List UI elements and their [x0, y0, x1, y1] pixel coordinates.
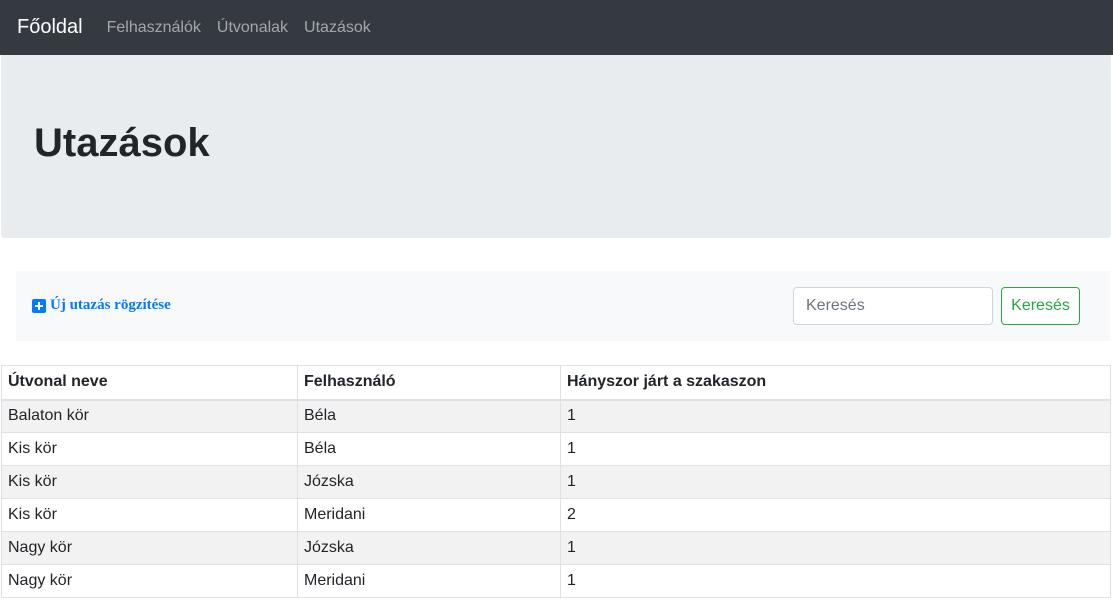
cell-count: 1: [560, 432, 1111, 466]
table-row: Kis kör Meridani 2: [1, 498, 1111, 532]
table-header-row: Útvonal neve Felhasználó Hányszor járt a…: [1, 365, 1111, 401]
cell-user: Meridani: [297, 498, 561, 532]
cell-user: Meridani: [297, 564, 561, 598]
nav-link-utazasok[interactable]: Utazások: [304, 19, 371, 37]
search-input[interactable]: [793, 287, 993, 325]
cell-route: Kis kör: [1, 465, 298, 499]
navbar: Főoldal Felhasználók Útvonalak Utazások: [0, 0, 1113, 55]
cell-count: 1: [560, 531, 1111, 565]
brand-link[interactable]: Főoldal: [17, 16, 83, 39]
cell-count: 1: [560, 564, 1111, 598]
page-title: Utazások: [34, 121, 210, 165]
trips-table: Útvonal neve Felhasználó Hányszor járt a…: [1, 365, 1111, 598]
new-trip-link[interactable]: Új utazás rögzítése: [32, 297, 171, 314]
cell-count: 1: [560, 399, 1111, 433]
table-row: Nagy kör Józska 1: [1, 531, 1111, 565]
cell-user: Béla: [297, 399, 561, 433]
nav-link-felhasznalok[interactable]: Felhasználók: [107, 19, 201, 37]
cell-count: 1: [560, 465, 1111, 499]
table-row: Kis kör Józska 1: [1, 465, 1111, 499]
cell-route: Balaton kör: [1, 399, 298, 433]
cell-user: Béla: [297, 432, 561, 466]
column-header-user: Felhasználó: [297, 365, 561, 401]
new-trip-label: Új utazás rögzítése: [50, 297, 171, 313]
search-button[interactable]: Keresés: [1001, 287, 1080, 325]
column-header-route: Útvonal neve: [1, 365, 298, 401]
table-row: Kis kör Béla 1: [1, 432, 1111, 466]
jumbotron: Utazások: [1, 55, 1111, 238]
table-row: Nagy kör Meridani 1: [1, 564, 1111, 598]
nav-link-utvonalak[interactable]: Útvonalak: [217, 19, 288, 37]
cell-route: Nagy kör: [1, 531, 298, 565]
cell-route: Kis kör: [1, 498, 298, 532]
toolbar: Új utazás rögzítése Keresés: [16, 271, 1110, 341]
cell-route: Nagy kör: [1, 564, 298, 598]
cell-user: Józska: [297, 465, 561, 499]
table-row: Balaton kör Béla 1: [1, 399, 1111, 433]
cell-count: 2: [560, 498, 1111, 532]
column-header-count: Hányszor járt a szakaszon: [560, 365, 1111, 401]
cell-route: Kis kör: [1, 432, 298, 466]
cell-user: Józska: [297, 531, 561, 565]
plus-square-icon: [32, 298, 46, 313]
